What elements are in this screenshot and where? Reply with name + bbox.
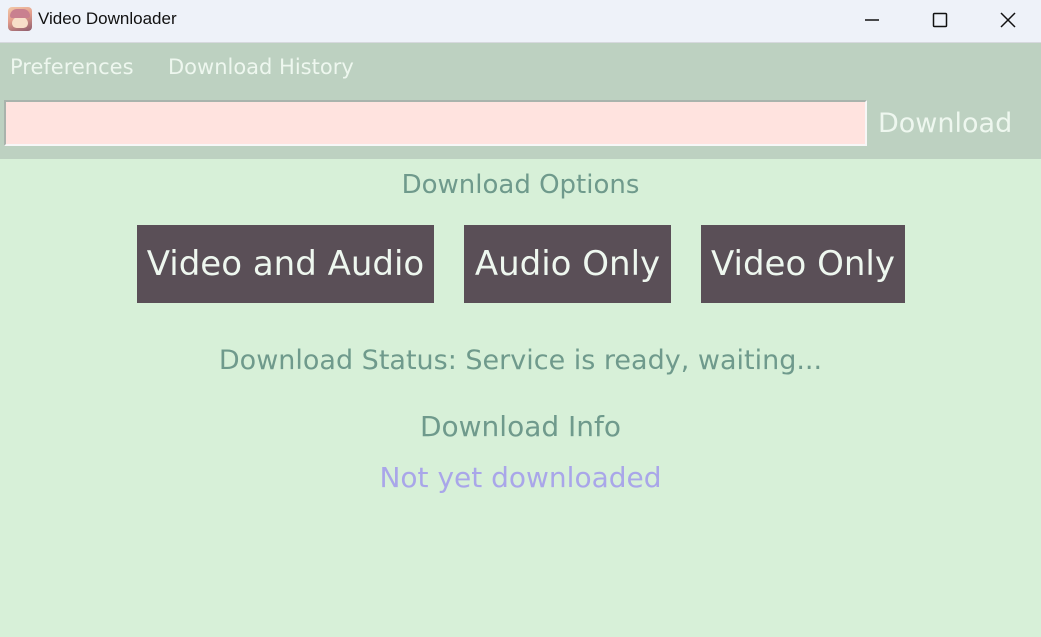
download-status: Download Status: Service is ready, waiti… [218, 345, 823, 376]
download-options-heading: Download Options [401, 170, 640, 200]
maximize-button[interactable] [906, 0, 974, 40]
minimize-icon [865, 19, 879, 21]
video-and-audio-button[interactable]: Video and Audio [137, 225, 434, 303]
download-info-heading: Download Info [419, 410, 622, 443]
menu-download-history[interactable]: Download History [168, 55, 354, 79]
title-bar: Video Downloader [0, 0, 1041, 43]
menu-bar: Preferences Download History [0, 43, 1041, 93]
close-button[interactable] [974, 0, 1041, 40]
menu-preferences[interactable]: Preferences [10, 55, 134, 79]
close-icon [1000, 12, 1016, 28]
download-info-value: Not yet downloaded [379, 461, 662, 494]
video-only-button[interactable]: Video Only [701, 225, 905, 303]
url-input[interactable] [4, 100, 867, 146]
maximize-icon [932, 12, 948, 28]
minimize-button[interactable] [838, 0, 906, 40]
audio-only-button[interactable]: Audio Only [464, 225, 671, 303]
download-button[interactable]: Download [878, 108, 1012, 139]
url-row: Download [0, 93, 1041, 159]
window-title: Video Downloader [38, 9, 177, 28]
app-icon [8, 7, 32, 31]
